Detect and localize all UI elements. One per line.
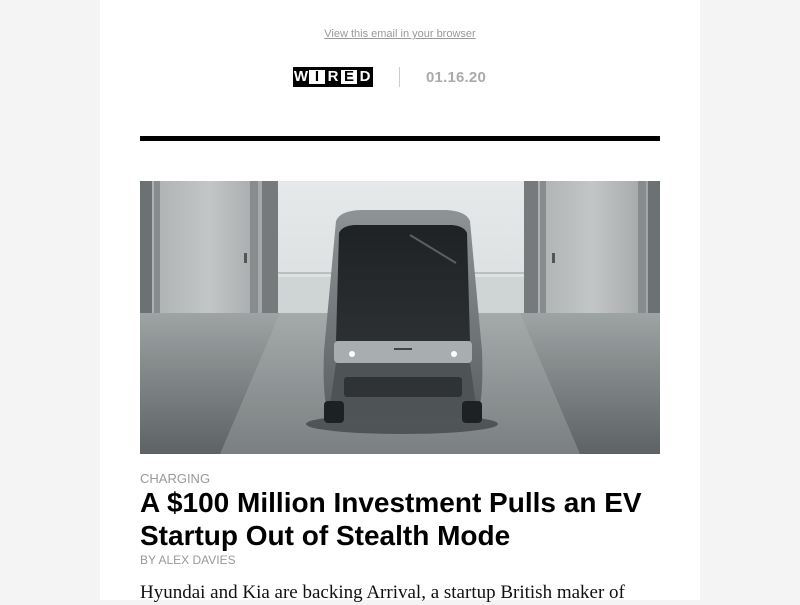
- logo-letter: D: [357, 67, 373, 87]
- header-rule: [140, 136, 660, 141]
- view-in-browser-link[interactable]: View this email in your browser: [100, 28, 700, 40]
- email-container: View this email in your browser W I R E …: [100, 0, 700, 603]
- section-label[interactable]: CHARGING: [140, 471, 210, 486]
- logo-letter: I: [309, 67, 325, 87]
- masthead: W I R E D 01.16.20: [293, 66, 486, 88]
- article-excerpt: Hyundai and Kia are backing Arrival, a s…: [140, 582, 625, 603]
- masthead-divider: [399, 67, 400, 87]
- wired-logo[interactable]: W I R E D: [293, 67, 373, 87]
- issue-date: 01.16.20: [426, 68, 486, 86]
- logo-letter: R: [325, 67, 341, 87]
- logo-letter: W: [293, 67, 309, 87]
- article-byline: BY ALEX DAVIES: [140, 553, 236, 567]
- hero-image[interactable]: [140, 181, 660, 454]
- hero-illustration: [140, 181, 660, 454]
- article-headline[interactable]: A $100 Million Investment Pulls an EV St…: [140, 486, 670, 552]
- logo-letter: E: [341, 67, 357, 87]
